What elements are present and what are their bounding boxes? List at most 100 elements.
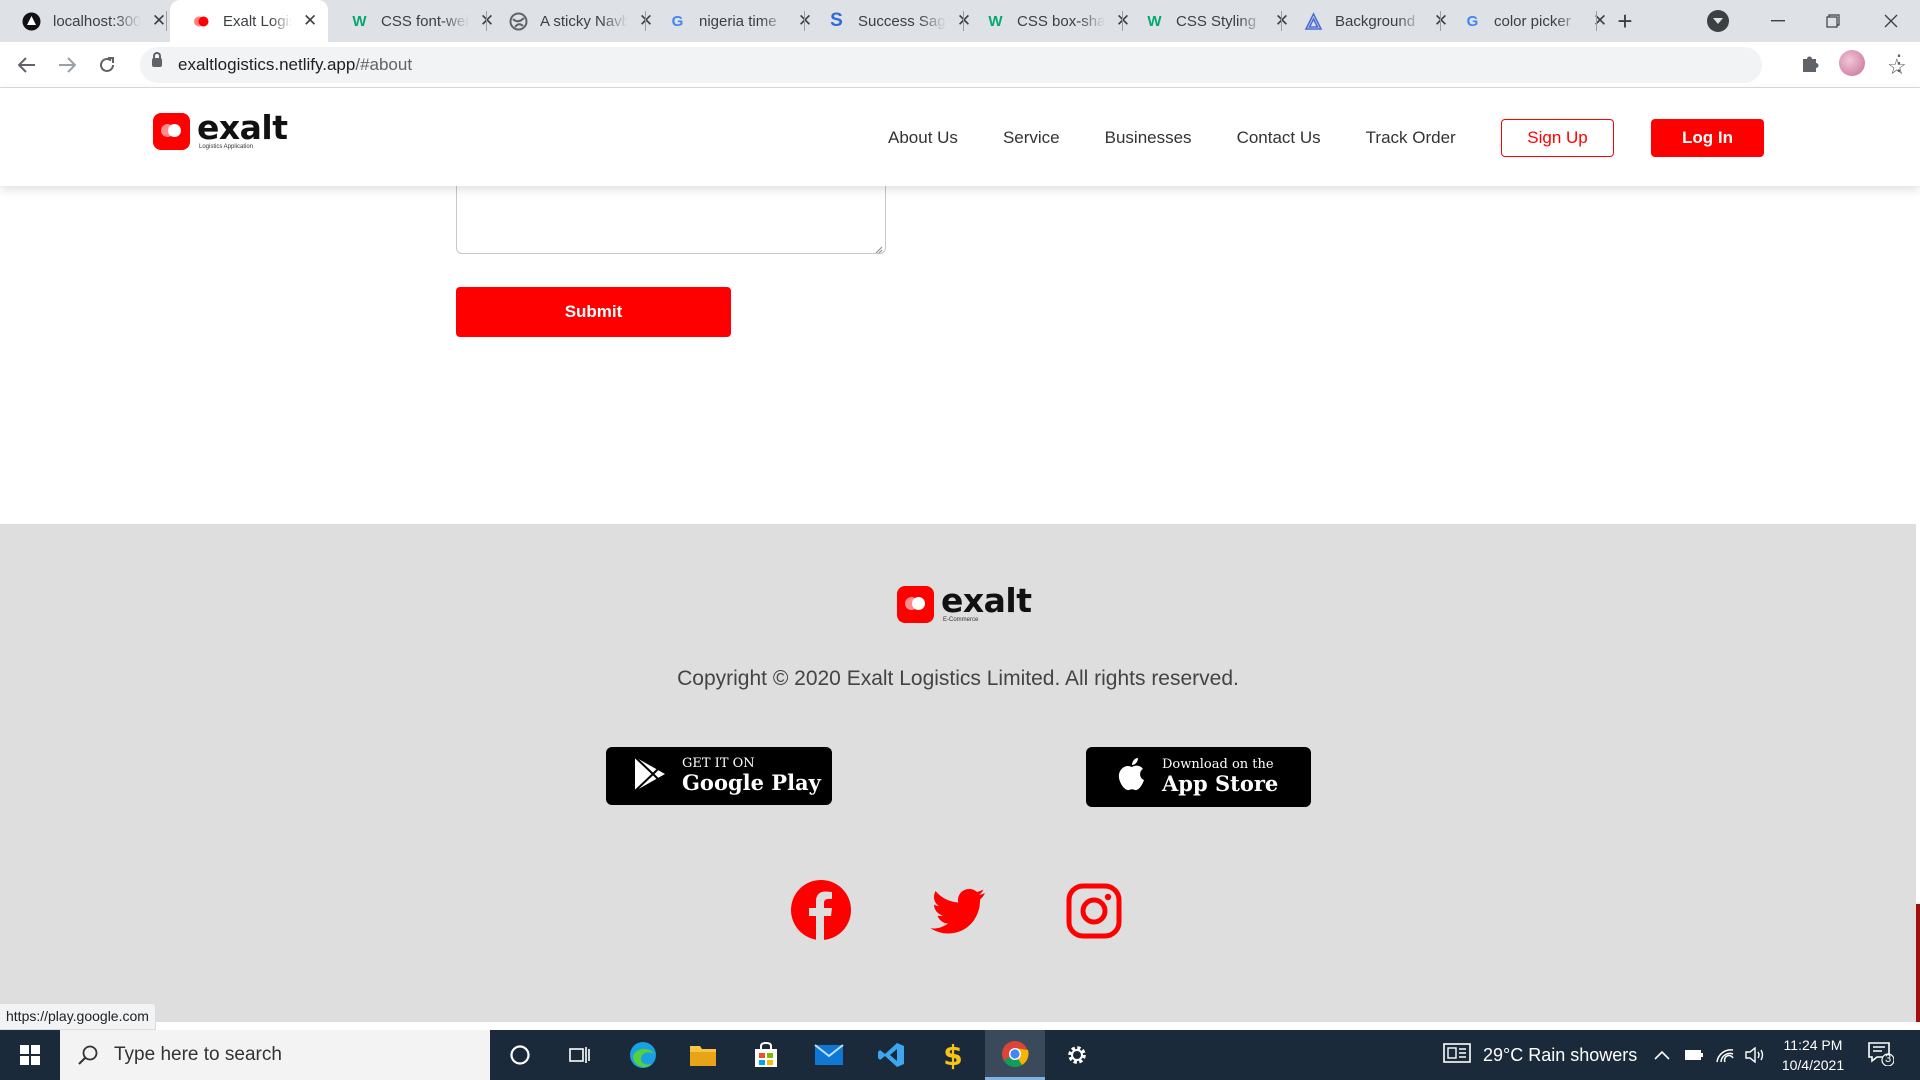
weather-text: 29°C Rain showers bbox=[1483, 1044, 1638, 1065]
tab-title: nigeria time bbox=[699, 12, 777, 30]
w3schools-icon: W bbox=[988, 12, 1003, 30]
tab-title: CSS Styling bbox=[1176, 12, 1257, 30]
browser-tab[interactable]: G nigeria time ✕ bbox=[646, 0, 823, 42]
windows-taskbar: Type here to search $ 29°C Rain showers bbox=[0, 1030, 1920, 1080]
twitter-icon[interactable] bbox=[927, 879, 989, 941]
file-explorer-icon[interactable] bbox=[673, 1030, 733, 1080]
nav-about-us[interactable]: About Us bbox=[888, 128, 958, 148]
notification-count-badge: 3 bbox=[1885, 1053, 1892, 1065]
profile-avatar[interactable] bbox=[1839, 50, 1865, 76]
volume-icon[interactable] bbox=[1745, 1030, 1765, 1080]
dollar-app-icon[interactable]: $ bbox=[923, 1030, 983, 1080]
nav-track-order[interactable]: Track Order bbox=[1366, 128, 1456, 148]
copyright-text: Copyright © 2020 Exalt Logistics Limited… bbox=[677, 667, 1239, 690]
nav-businesses[interactable]: Businesses bbox=[1105, 128, 1192, 148]
tab-title: Background bbox=[1335, 12, 1416, 30]
close-window-icon[interactable] bbox=[1876, 6, 1906, 36]
cortana-circle-icon[interactable] bbox=[490, 1030, 550, 1080]
app-store-small-text: Download on the bbox=[1162, 757, 1274, 772]
tab-title: Success Saga bbox=[858, 12, 946, 30]
back-arrow-icon[interactable] bbox=[12, 50, 42, 80]
facebook-icon[interactable] bbox=[790, 879, 852, 941]
footer-logo[interactable]: exalt E-Commerce bbox=[897, 581, 1032, 623]
w3schools-icon: W bbox=[352, 12, 367, 30]
browser-menu-icon[interactable]: ⋮ bbox=[1888, 52, 1910, 74]
react-icon bbox=[22, 12, 41, 31]
tab-title: CSS font-weight bbox=[381, 12, 469, 30]
submit-button[interactable]: Submit bbox=[456, 287, 731, 337]
chrome-icon[interactable] bbox=[985, 1030, 1045, 1080]
vscode-icon[interactable] bbox=[861, 1030, 921, 1080]
reload-icon[interactable] bbox=[92, 50, 122, 80]
edge-browser-icon[interactable] bbox=[613, 1030, 673, 1080]
log-in-button[interactable]: Log In bbox=[1651, 119, 1764, 157]
status-bar-url: https://play.google.com bbox=[0, 1003, 156, 1030]
microsoft-store-icon[interactable] bbox=[736, 1030, 796, 1080]
resize-grip-icon[interactable] bbox=[873, 241, 883, 254]
clock-time: 11:24 PM bbox=[1783, 1037, 1843, 1053]
browser-tab[interactable]: S Success Saga ✕ bbox=[805, 0, 982, 42]
wifi-icon[interactable] bbox=[1715, 1030, 1735, 1080]
show-hidden-icons-chevron-icon[interactable] bbox=[1654, 1030, 1670, 1080]
browser-toolbar: exaltlogistics.netlify.app/#about ☆ ⋮ bbox=[0, 42, 1920, 88]
browser-tab[interactable]: W CSS Styling ✕ bbox=[1123, 0, 1300, 42]
tab-title: localhost:3000 bbox=[53, 12, 141, 30]
close-icon[interactable]: ✕ bbox=[151, 11, 167, 30]
header-logo[interactable]: exalt Logistics Application bbox=[153, 111, 288, 150]
clock-date: 10/4/2021 bbox=[1781, 1057, 1845, 1073]
tab-title: Exalt Logistics bbox=[223, 12, 292, 30]
scrollbar-edge bbox=[1916, 904, 1920, 1022]
search-icon bbox=[77, 1044, 99, 1066]
forward-arrow-icon[interactable] bbox=[52, 50, 82, 80]
w3schools-icon: W bbox=[1147, 12, 1162, 30]
google-play-icon bbox=[632, 755, 668, 797]
browser-tab[interactable]: Background ✕ bbox=[1282, 0, 1459, 42]
site-header: exalt Logistics Application About Us Ser… bbox=[0, 88, 1920, 186]
minimize-icon[interactable] bbox=[1763, 6, 1793, 36]
exalt-logo-mark bbox=[153, 113, 190, 150]
browser-tab[interactable]: A sticky Navbar ✕ bbox=[487, 0, 664, 42]
nav-service[interactable]: Service bbox=[1003, 128, 1060, 148]
google-icon: G bbox=[671, 12, 684, 30]
google-play-badge[interactable]: GET IT ON Google Play bbox=[606, 747, 832, 805]
browser-tab[interactable]: W CSS font-weight ✕ bbox=[328, 0, 505, 42]
mail-icon[interactable] bbox=[799, 1030, 859, 1080]
battery-icon[interactable] bbox=[1684, 1030, 1704, 1080]
restore-icon[interactable] bbox=[1818, 6, 1848, 36]
logo-wordmark: exalt bbox=[941, 581, 1032, 620]
tab-divider bbox=[1596, 11, 1597, 31]
site-footer: exalt E-Commerce Copyright © 2020 Exalt … bbox=[0, 524, 1916, 1022]
nav-contact-us[interactable]: Contact Us bbox=[1237, 128, 1321, 148]
weather-widget[interactable]: 29°C Rain showers bbox=[1443, 1030, 1637, 1080]
address-bar[interactable]: exaltlogistics.netlify.app/#about ☆ bbox=[140, 47, 1907, 83]
browser-tab[interactable]: G color picker ✕ bbox=[1441, 0, 1618, 42]
tab-search-icon[interactable] bbox=[1707, 10, 1729, 32]
apple-icon bbox=[1116, 756, 1148, 798]
taskbar-clock[interactable]: 11:24 PM 10/4/2021 bbox=[1773, 1035, 1853, 1075]
exalt-icon bbox=[192, 12, 211, 31]
main-nav: About Us Service Businesses Contact Us T… bbox=[888, 128, 1501, 148]
logo-tagline: Logistics Application bbox=[199, 144, 254, 150]
browser-tab[interactable]: localhost:3000 ✕ bbox=[0, 0, 177, 42]
weather-icon bbox=[1443, 1042, 1471, 1068]
browser-tab[interactable]: W CSS box-shadow ✕ bbox=[964, 0, 1141, 42]
google-play-small-text: GET IT ON bbox=[682, 756, 755, 771]
task-view-icon[interactable] bbox=[550, 1030, 610, 1080]
app-store-badge[interactable]: Download on the App Store bbox=[1086, 747, 1311, 807]
taskbar-search-box[interactable]: Type here to search bbox=[60, 1030, 490, 1080]
extensions-puzzle-icon[interactable] bbox=[1800, 52, 1822, 74]
url-text: exaltlogistics.netlify.app/#about bbox=[178, 55, 413, 74]
triangle-icon bbox=[1304, 11, 1323, 31]
instagram-icon[interactable] bbox=[1066, 883, 1122, 939]
browser-tab-active[interactable]: Exalt Logistics ✕ bbox=[170, 0, 328, 42]
close-icon[interactable]: ✕ bbox=[302, 11, 318, 30]
sign-up-button[interactable]: Sign Up bbox=[1501, 119, 1614, 157]
google-icon: G bbox=[1466, 12, 1479, 30]
browser-tab-strip: localhost:3000 ✕ Exalt Logistics ✕ W CSS… bbox=[0, 0, 1920, 42]
windows-start-icon[interactable] bbox=[0, 1030, 60, 1080]
lock-icon bbox=[152, 52, 162, 67]
close-icon[interactable]: ✕ bbox=[1592, 11, 1608, 30]
notification-center-icon[interactable]: 3 bbox=[1868, 1042, 1895, 1067]
new-tab-plus-icon[interactable]: + bbox=[1611, 6, 1639, 36]
settings-gear-icon[interactable] bbox=[1047, 1030, 1107, 1080]
